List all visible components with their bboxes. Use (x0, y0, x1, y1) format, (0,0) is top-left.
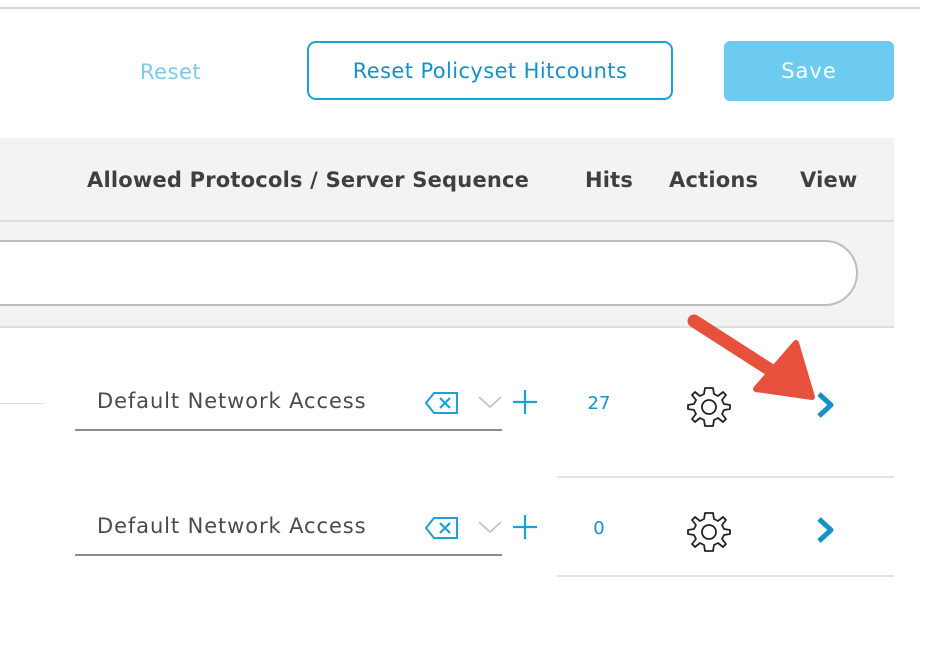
chevron-down-icon[interactable] (477, 518, 503, 536)
allowed-protocols-field[interactable]: Default Network Access (75, 500, 502, 556)
column-header-allowed-protocols[interactable]: Allowed Protocols / Server Sequence (87, 168, 529, 192)
column-header-hits[interactable]: Hits (585, 168, 633, 192)
hits-count: 27 (587, 393, 611, 414)
save-button[interactable]: Save (724, 41, 894, 101)
allowed-protocols-value: Default Network Access (97, 514, 367, 538)
reset-policyset-hitcounts-button[interactable]: Reset Policyset Hitcounts (307, 41, 673, 100)
table-row: Default Network Access 27 (0, 345, 894, 465)
chevron-down-icon[interactable] (477, 393, 503, 411)
filter-input[interactable] (0, 240, 858, 306)
gear-icon[interactable] (687, 385, 731, 429)
row-divider (557, 575, 894, 577)
table-row: Default Network Access 0 (0, 470, 894, 590)
clear-icon[interactable] (425, 516, 459, 540)
allowed-protocols-value: Default Network Access (97, 389, 367, 413)
hits-count: 0 (593, 518, 605, 539)
top-border (0, 0, 920, 9)
reset-button[interactable]: Reset (140, 58, 201, 86)
column-header-actions: Actions (669, 168, 759, 192)
table-header: Allowed Protocols / Server Sequence Hits… (0, 138, 894, 222)
plus-icon[interactable] (512, 514, 538, 540)
allowed-protocols-field[interactable]: Default Network Access (75, 375, 502, 431)
chevron-right-icon[interactable] (814, 391, 838, 419)
filter-row (0, 222, 894, 328)
gear-icon[interactable] (687, 510, 731, 554)
plus-icon[interactable] (512, 389, 538, 415)
column-header-view: View (800, 168, 858, 192)
clear-icon[interactable] (425, 391, 459, 415)
chevron-right-icon[interactable] (814, 516, 838, 544)
row-divider (0, 403, 44, 404)
